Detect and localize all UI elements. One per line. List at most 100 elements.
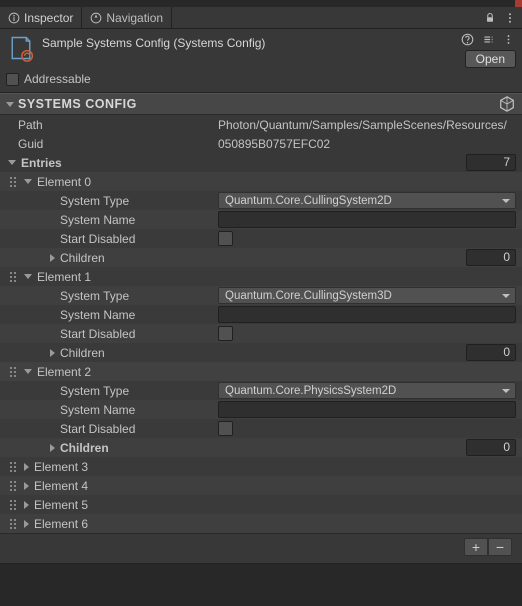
element-label: Element 0 [37, 175, 91, 189]
open-button[interactable]: Open [465, 50, 516, 68]
children-count[interactable]: 0 [466, 249, 516, 266]
package-icon[interactable] [498, 95, 516, 113]
system-name-row: System Name [0, 210, 522, 229]
foldout-icon[interactable] [24, 369, 32, 374]
foldout-icon[interactable] [8, 160, 16, 165]
help-icon[interactable] [461, 33, 474, 46]
foldout-icon[interactable] [24, 520, 29, 528]
list-item[interactable]: Element 2 [0, 362, 522, 381]
list-item[interactable]: Element 3 [0, 457, 522, 476]
path-label: Path [18, 118, 43, 132]
element-label: Element 4 [34, 479, 88, 493]
element-label: Element 3 [34, 460, 88, 474]
presets-icon[interactable] [482, 33, 495, 46]
section-title: SYSTEMS CONFIG [18, 97, 137, 111]
field-label: Start Disabled [60, 422, 135, 436]
field-label: Start Disabled [60, 327, 135, 341]
guid-label: Guid [18, 137, 43, 151]
start-disabled-checkbox[interactable] [218, 326, 233, 341]
element-label: Element 6 [34, 517, 88, 531]
drag-handle-icon[interactable] [10, 177, 18, 186]
field-label: Children [60, 346, 105, 360]
foldout-icon[interactable] [50, 254, 55, 262]
children-row: Children 0 [0, 248, 522, 267]
foldout-icon[interactable] [24, 179, 32, 184]
addressable-label: Addressable [24, 72, 91, 86]
tab-navigation[interactable]: Navigation [82, 7, 172, 28]
addressable-row: Addressable [0, 70, 522, 93]
system-name-row: System Name [0, 305, 522, 324]
field-label: System Name [60, 308, 135, 322]
entries-label: Entries [21, 156, 62, 170]
list-item[interactable]: Element 0 [0, 172, 522, 191]
element-label: Element 2 [37, 365, 91, 379]
drag-handle-icon[interactable] [10, 367, 18, 376]
info-icon [8, 12, 20, 24]
start-disabled-row: Start Disabled [0, 229, 522, 248]
system-name-input[interactable] [218, 401, 516, 418]
asset-title: Sample Systems Config (Systems Config) [42, 33, 461, 50]
system-type-dropdown[interactable]: Quantum.Core.CullingSystem2D [218, 192, 516, 209]
tab-label: Inspector [24, 11, 73, 25]
list-footer: + − [0, 533, 522, 559]
field-label: System Type [60, 289, 129, 303]
guid-value: 050895B0757EFC02 [218, 137, 330, 151]
system-type-dropdown[interactable]: Quantum.Core.PhysicsSystem2D [218, 382, 516, 399]
children-count[interactable]: 0 [466, 439, 516, 456]
addressable-checkbox[interactable] [6, 73, 19, 86]
list-item[interactable]: Element 5 [0, 495, 522, 514]
path-value: Photon/Quantum/Samples/SampleScenes/Reso… [218, 118, 507, 132]
tab-inspector[interactable]: Inspector [0, 7, 82, 28]
list-item[interactable]: Element 6 [0, 514, 522, 533]
system-name-input[interactable] [218, 211, 516, 228]
field-label: System Type [60, 194, 129, 208]
foldout-icon[interactable] [24, 501, 29, 509]
drag-handle-icon[interactable] [10, 500, 18, 509]
section-header: SYSTEMS CONFIG [0, 93, 522, 115]
guid-row: Guid 050895B0757EFC02 [0, 134, 522, 153]
foldout-icon[interactable] [50, 444, 55, 452]
drag-handle-icon[interactable] [10, 272, 18, 281]
entries-row: Entries 7 [0, 153, 522, 172]
scriptable-object-icon [6, 33, 36, 63]
system-name-input[interactable] [218, 306, 516, 323]
system-type-row: System Type Quantum.Core.CullingSystem2D [0, 191, 522, 210]
drag-handle-icon[interactable] [10, 462, 18, 471]
system-type-row: System Type Quantum.Core.CullingSystem3D [0, 286, 522, 305]
tab-label: Navigation [106, 11, 163, 25]
foldout-icon[interactable] [50, 349, 55, 357]
system-name-row: System Name [0, 400, 522, 419]
field-label: Start Disabled [60, 232, 135, 246]
start-disabled-row: Start Disabled [0, 324, 522, 343]
start-disabled-checkbox[interactable] [218, 231, 233, 246]
kebab-menu-icon[interactable] [503, 33, 514, 46]
children-row: Children 0 [0, 343, 522, 362]
foldout-icon[interactable] [24, 274, 32, 279]
foldout-icon[interactable] [24, 463, 29, 471]
navigation-icon [90, 12, 102, 24]
entries-count[interactable]: 7 [466, 154, 516, 171]
start-disabled-row: Start Disabled [0, 419, 522, 438]
drag-handle-icon[interactable] [10, 519, 18, 528]
field-label: System Name [60, 213, 135, 227]
children-count[interactable]: 0 [466, 344, 516, 361]
foldout-icon[interactable] [24, 482, 29, 490]
inspector-body: Path Photon/Quantum/Samples/SampleScenes… [0, 115, 522, 567]
list-item[interactable]: Element 4 [0, 476, 522, 495]
tab-bar: Inspector Navigation [0, 7, 522, 29]
drag-handle-icon[interactable] [10, 481, 18, 490]
lock-icon[interactable] [484, 12, 496, 24]
field-label: System Name [60, 403, 135, 417]
asset-header: Sample Systems Config (Systems Config) O… [0, 29, 522, 70]
start-disabled-checkbox[interactable] [218, 421, 233, 436]
kebab-menu-icon[interactable] [504, 12, 516, 24]
add-button[interactable]: + [464, 538, 488, 556]
foldout-icon[interactable] [6, 102, 14, 107]
children-row: Children 0 [0, 438, 522, 457]
element-label: Element 5 [34, 498, 88, 512]
remove-button[interactable]: − [488, 538, 512, 556]
system-type-dropdown[interactable]: Quantum.Core.CullingSystem3D [218, 287, 516, 304]
list-item[interactable]: Element 1 [0, 267, 522, 286]
field-label: Children [60, 441, 109, 455]
field-label: Children [60, 251, 105, 265]
